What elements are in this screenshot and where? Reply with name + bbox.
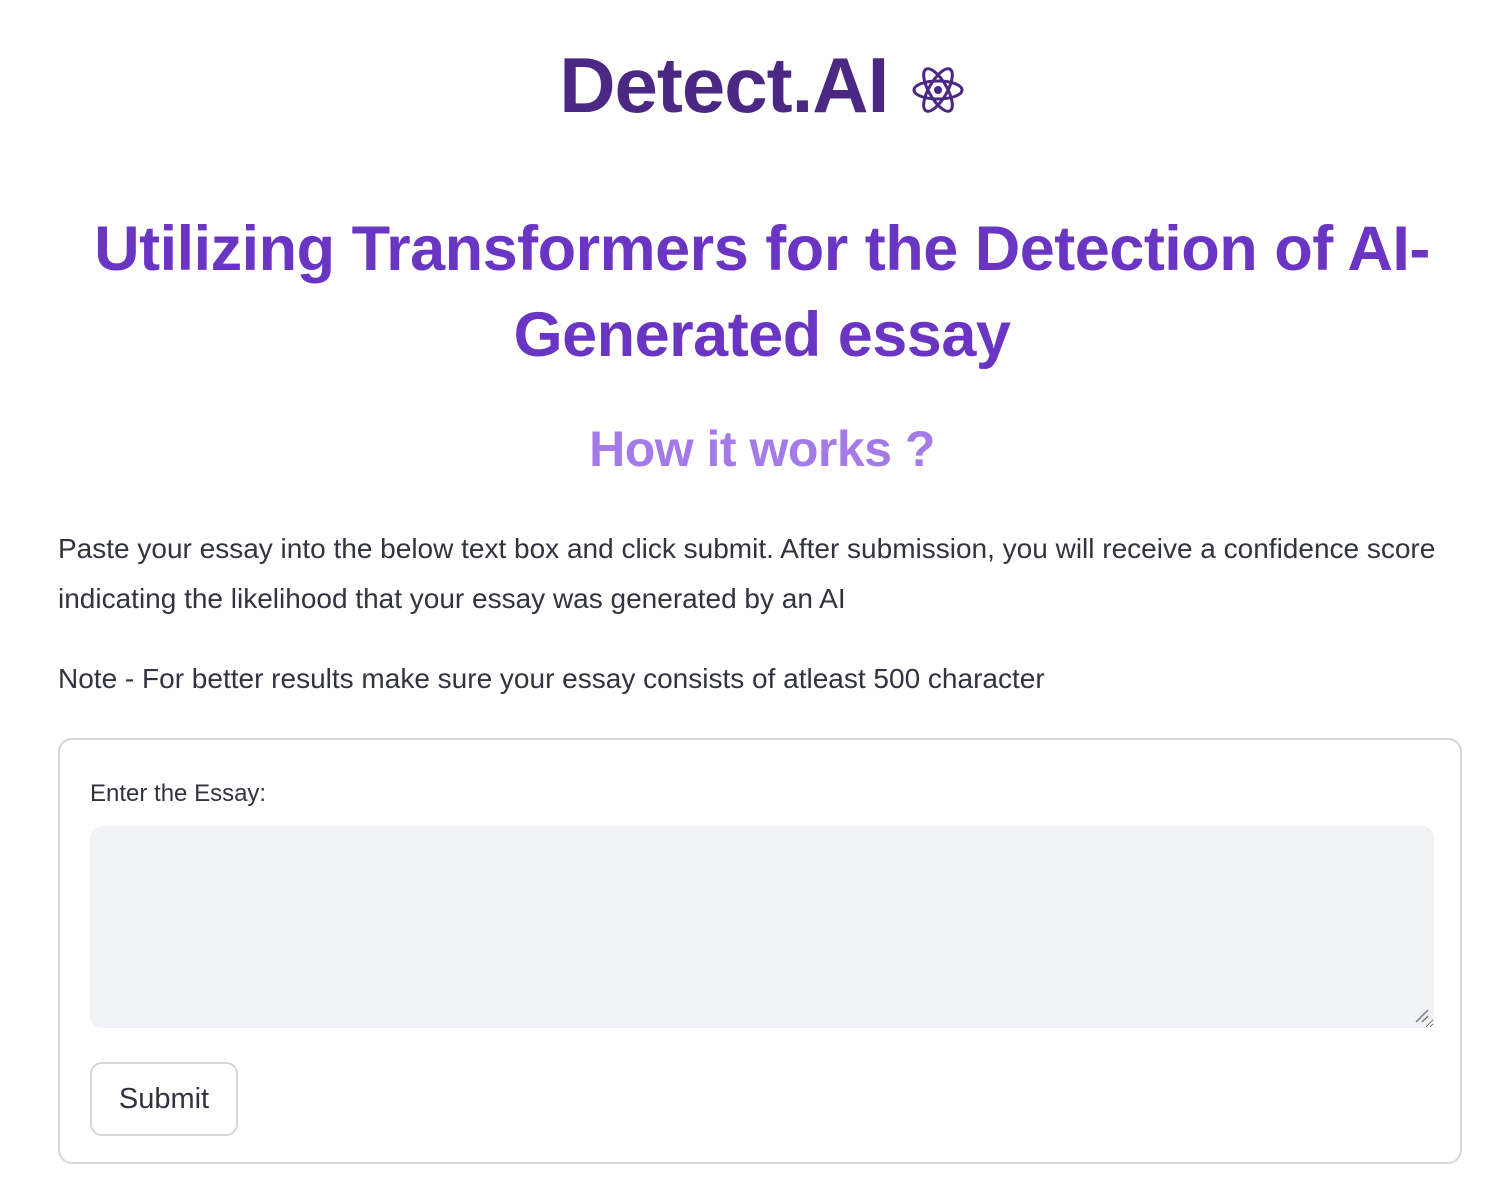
brand-header: Detect.AI [58, 40, 1466, 136]
resize-handle-icon[interactable] [1414, 1008, 1430, 1024]
essay-input[interactable] [90, 826, 1434, 1028]
essay-form: Enter the Essay: Submit [58, 738, 1462, 1164]
atom-icon [911, 63, 965, 117]
brand-title: Detect.AI [559, 41, 889, 129]
submit-button[interactable]: Submit [90, 1062, 238, 1136]
page-headline: Utilizing Transformers for the Detection… [94, 214, 1430, 370]
instructions-text: Paste your essay into the below text box… [58, 533, 1436, 614]
essay-field-label: Enter the Essay: [90, 780, 267, 807]
note-text: Note - For better results make sure your… [58, 663, 1045, 694]
how-it-works-heading: How it works ? [589, 421, 935, 477]
